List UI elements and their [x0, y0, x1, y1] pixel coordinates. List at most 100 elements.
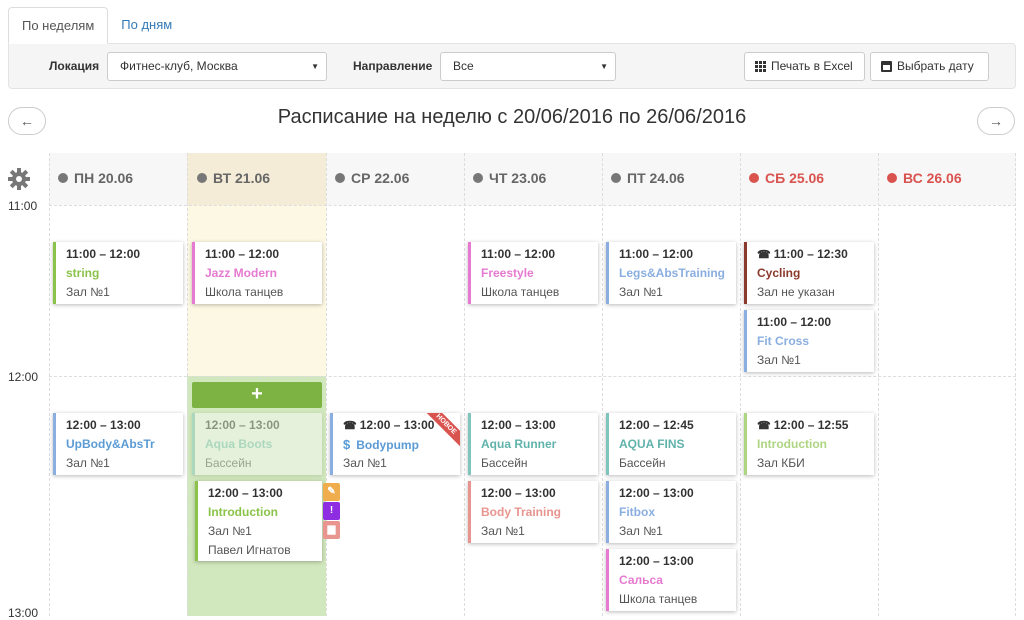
- tab-by-weeks[interactable]: По неделям: [8, 7, 109, 44]
- excel-button-label: Печать в Excel: [771, 59, 853, 73]
- add-event-button[interactable]: +: [192, 382, 322, 408]
- direction-select[interactable]: Все ▼: [440, 52, 616, 81]
- event-time: 11:00 – 12:00: [757, 315, 832, 329]
- event-card[interactable]: 12:00 – 13:00 Сальса Школа танцев: [606, 549, 736, 611]
- event-card[interactable]: 11:00 – 12:00 Fit Cross Зал №1: [744, 310, 874, 372]
- event-time: 11:00 – 12:00: [481, 247, 556, 261]
- event-name: UpBody&AbsTr: [66, 437, 155, 451]
- event-room: Зал №1: [343, 456, 387, 470]
- event-time: 11:00 – 12:00: [66, 247, 141, 261]
- event-card[interactable]: 12:00 – 13:00 Aqua Runner Бассейн: [468, 413, 598, 475]
- day-header-sun: ВС 26.06: [887, 170, 962, 186]
- day-divider: [878, 153, 879, 616]
- event-time-row: ☎ 12:00 – 12:55: [757, 418, 874, 437]
- event-card[interactable]: 11:00 – 12:00 Legs&AbsTraining Зал №1: [606, 242, 736, 304]
- calendar-icon: [881, 61, 892, 72]
- page-title: Расписание на неделю с 20/06/2016 по 26/…: [277, 106, 747, 128]
- phone-icon: ☎: [757, 420, 771, 432]
- event-room: Зал №1: [619, 285, 663, 299]
- day-divider: [49, 153, 50, 616]
- event-card[interactable]: 11:00 – 12:00 string Зал №1: [53, 242, 183, 304]
- event-name: Legs&AbsTraining: [619, 266, 726, 280]
- location-label: Локация: [49, 59, 100, 73]
- event-card[interactable]: 12:00 – 13:00 Aqua Boots Бассейн: [192, 413, 322, 475]
- event-time-row: ☎ 11:00 – 12:30: [757, 247, 874, 266]
- location-select[interactable]: Фитнес-клуб, Москва ▼: [107, 52, 327, 81]
- edit-icon[interactable]: ✎: [323, 483, 340, 501]
- event-time: 11:00 – 12:00: [619, 247, 694, 261]
- event-room: Зал №1: [757, 353, 801, 367]
- event-card[interactable]: 12:00 – 13:00 UpBody&AbsTr Зал №1: [53, 413, 183, 475]
- day-divider: [326, 153, 327, 616]
- day-dot-icon: [473, 173, 483, 183]
- phone-icon: ☎: [757, 249, 771, 261]
- hour-line: [49, 376, 1016, 377]
- event-card[interactable]: 12:00 – 13:00 Fitbox Зал №1: [606, 481, 736, 543]
- day-label: СБ 25.06: [765, 170, 825, 186]
- event-room: Школа танцев: [619, 592, 698, 606]
- chevron-down-icon: ▼: [600, 62, 608, 71]
- gear-icon[interactable]: [7, 167, 31, 191]
- day-dot-icon: [197, 173, 207, 183]
- location-value: Фитнес-клуб, Москва: [120, 59, 238, 73]
- event-time: 12:00 – 13:00: [619, 486, 694, 500]
- event-room: Зал КБИ: [757, 456, 805, 470]
- event-time: 12:00 – 13:00: [619, 554, 694, 568]
- event-card[interactable]: ☎ 11:00 – 12:30 Cycling Зал не указан: [744, 242, 874, 304]
- day-divider: [1015, 153, 1016, 616]
- day-header-wed: СР 22.06: [335, 170, 409, 186]
- event-card[interactable]: 11:00 – 12:00 Freestyle Школа танцев: [468, 242, 598, 304]
- event-name: Jazz Modern: [205, 266, 278, 280]
- day-header-thu: ЧТ 23.06: [473, 170, 546, 186]
- choose-date-button[interactable]: Выбрать дату: [870, 52, 989, 81]
- day-label: ЧТ 23.06: [489, 170, 547, 186]
- event-time: 12:00 – 13:00: [208, 486, 283, 500]
- tab-by-days[interactable]: По дням: [108, 7, 185, 44]
- event-room: Бассейн: [619, 456, 666, 470]
- event-name: Aqua Boots: [205, 437, 273, 451]
- event-name: Bodypump: [356, 438, 419, 452]
- day-header-fri: ПТ 24.06: [611, 170, 685, 186]
- time-label: 11:00: [8, 199, 38, 213]
- event-card[interactable]: 12:00 – 13:00 Body Training Зал №1: [468, 481, 598, 543]
- day-label: ВС 26.06: [903, 170, 962, 186]
- day-divider: [464, 153, 465, 616]
- event-time: 12:00 – 13:00: [481, 418, 556, 432]
- event-card[interactable]: ☎ 12:00 – 13:00 $ Bodypump Зал №1 НОВОЕ: [330, 413, 460, 475]
- next-week-button[interactable]: →: [977, 107, 1015, 135]
- event-time: 12:00 – 12:45: [619, 418, 694, 432]
- direction-value: Все: [453, 59, 474, 73]
- event-room: Бассейн: [205, 456, 252, 470]
- event-room: Зал №1: [481, 524, 525, 538]
- event-name: Fitbox: [619, 505, 655, 519]
- event-name: string: [66, 266, 100, 280]
- event-room: Бассейн: [481, 456, 528, 470]
- event-room: Школа танцев: [481, 285, 560, 299]
- event-name: Aqua Runner: [481, 437, 557, 451]
- event-card[interactable]: 11:00 – 12:00 Jazz Modern Школа танцев: [192, 242, 322, 304]
- event-name: AQUA FINS: [619, 437, 685, 451]
- info-icon[interactable]: !: [323, 502, 340, 520]
- event-time: 11:00 – 12:30: [773, 247, 848, 261]
- day-header-tue: ВТ 21.06: [197, 170, 270, 186]
- trash-icon[interactable]: ▆: [323, 521, 340, 539]
- day-divider: [187, 153, 188, 616]
- chevron-down-icon: ▼: [311, 62, 319, 71]
- event-name: Cycling: [757, 266, 801, 280]
- event-card-selected[interactable]: 12:00 – 13:00 Introduction Зал №1 Павел …: [195, 481, 322, 561]
- excel-button[interactable]: Печать в Excel: [744, 52, 865, 81]
- dollar-icon: $: [343, 437, 351, 452]
- day-label: ПТ 24.06: [627, 170, 685, 186]
- event-card[interactable]: 12:00 – 12:45 AQUA FINS Бассейн: [606, 413, 736, 475]
- event-room: Зал №1: [208, 524, 252, 538]
- event-card[interactable]: ☎ 12:00 – 12:55 Introduction Зал КБИ: [744, 413, 874, 475]
- event-time: 12:00 – 13:00: [205, 418, 280, 432]
- day-label: СР 22.06: [351, 170, 410, 186]
- day-dot-icon: [749, 173, 759, 183]
- event-name: Introduction: [757, 437, 827, 451]
- day-dot-icon: [335, 173, 345, 183]
- day-header-mon: ПН 20.06: [58, 170, 133, 186]
- day-dot-icon: [58, 173, 68, 183]
- day-label: ПН 20.06: [74, 170, 134, 186]
- table-icon: [755, 61, 766, 72]
